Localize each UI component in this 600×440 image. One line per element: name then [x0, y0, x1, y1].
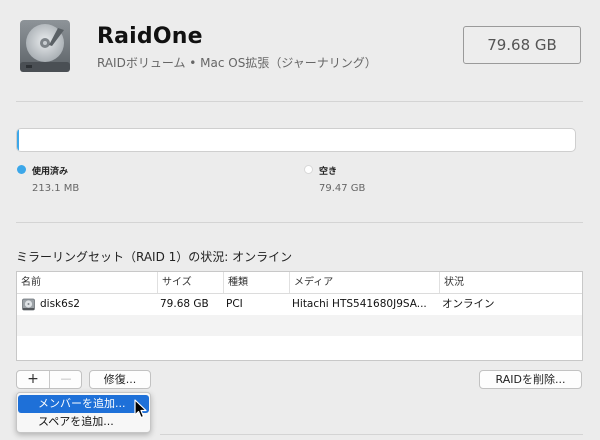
raid-members-table: 名前 サイズ 種類 メディア 状況 disk6s2 79.68 GB PCI H…	[16, 271, 583, 361]
menu-item-add-spare[interactable]: スペアを追加...	[18, 413, 149, 431]
divider	[16, 101, 583, 102]
column-header-size[interactable]: サイズ	[157, 272, 223, 293]
disk-icon	[22, 298, 35, 311]
member-size: 79.68 GB	[160, 298, 209, 310]
volume-name: RaidOne	[97, 24, 203, 49]
member-media: Hitachi HTS541680J9SA...	[292, 298, 427, 310]
table-row-empty	[17, 336, 582, 357]
usage-bar-used-fill	[17, 129, 19, 151]
member-status: オンライン	[442, 298, 495, 310]
column-header-status[interactable]: 状況	[439, 272, 582, 293]
add-remove-segmented-control: + —	[16, 370, 82, 389]
member-type: PCI	[226, 298, 243, 310]
mouse-pointer-icon	[134, 399, 148, 419]
column-header-name[interactable]: 名前	[17, 272, 157, 293]
volume-subtitle: RAIDボリューム • Mac OS拡張（ジャーナリング）	[97, 56, 377, 70]
remove-member-button[interactable]: —	[50, 371, 81, 388]
hard-drive-icon	[18, 18, 72, 74]
column-header-media[interactable]: メディア	[289, 272, 439, 293]
used-legend-dot	[17, 165, 26, 174]
divider	[16, 222, 583, 223]
used-value: 213.1 MB	[32, 183, 80, 194]
raid-status: ミラーリングセット（RAID 1）の状況: オンライン	[16, 250, 293, 264]
free-legend-dot	[304, 165, 313, 174]
table-header: 名前 サイズ 種類 メディア 状況	[17, 272, 582, 294]
table-row[interactable]: disk6s2 79.68 GB PCI Hitachi HTS541680J9…	[17, 294, 582, 315]
table-row-empty	[17, 315, 582, 336]
add-popup-menu: メンバーを追加... スペアを追加...	[16, 392, 151, 433]
repair-button[interactable]: 修復...	[89, 370, 151, 389]
volume-size: 79.68 GB	[463, 26, 581, 64]
usage-bar	[16, 128, 576, 152]
menu-item-add-member[interactable]: メンバーを追加...	[18, 395, 149, 413]
delete-raid-button[interactable]: RAIDを削除...	[479, 370, 582, 389]
member-name: disk6s2	[40, 298, 80, 310]
free-value: 79.47 GB	[319, 183, 366, 194]
divider	[160, 434, 583, 435]
add-member-button[interactable]: +	[17, 371, 49, 388]
used-label: 使用済み	[32, 167, 69, 177]
column-header-type[interactable]: 種類	[223, 272, 289, 293]
free-label: 空き	[319, 167, 338, 177]
